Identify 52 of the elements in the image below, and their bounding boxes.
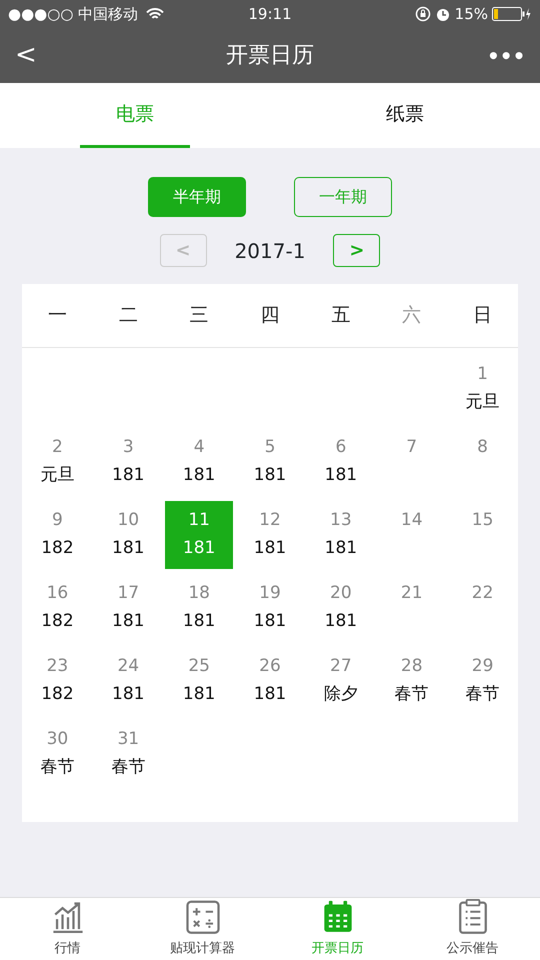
day-cell[interactable]: 18 181 xyxy=(165,574,234,642)
day-cell[interactable]: 16 182 xyxy=(23,574,92,642)
day-cell[interactable]: 9 182 xyxy=(23,501,92,569)
weekday-label: 四 xyxy=(260,303,280,328)
day-cell[interactable]: 29 春节 xyxy=(448,647,517,715)
rotation-lock-icon xyxy=(414,6,431,22)
carrier-text: ●●●○○ 中国移动 xyxy=(8,4,138,25)
weekday-label: 三 xyxy=(188,303,210,328)
day-cell[interactable]: 27 除夕 xyxy=(306,647,375,715)
day-cell[interactable]: 23 182 xyxy=(23,647,92,715)
tab-bar-item[interactable]: 贴现计算器 xyxy=(135,898,270,960)
day-cell[interactable]: 13 181 xyxy=(306,501,375,569)
weekday-label: 一 xyxy=(46,303,68,328)
day-cell[interactable]: 8 xyxy=(448,428,517,496)
weekday-label: 二 xyxy=(118,303,139,328)
day-cell[interactable]: 15 xyxy=(448,501,517,569)
weekday-label: 日 xyxy=(472,303,494,328)
day-cell[interactable]: 6 181 xyxy=(306,428,375,496)
tab[interactable]: 纸票 xyxy=(350,83,460,148)
day-cell[interactable]: 22 xyxy=(448,574,517,642)
month-label: 2017-1 xyxy=(234,238,306,264)
day-cell[interactable]: 20 181 xyxy=(306,574,375,642)
tab-bar-item[interactable]: 公示催告 xyxy=(405,898,540,960)
day-cell[interactable]: 12 181 xyxy=(236,501,304,569)
day-cell[interactable]: 30 春节 xyxy=(23,720,92,788)
day-cell[interactable]: 3 181 xyxy=(94,428,162,496)
alarm-icon xyxy=(434,6,451,22)
day-cell[interactable]: 17 181 xyxy=(94,574,162,642)
battery-text: 15% xyxy=(454,4,488,25)
day-cell[interactable]: 31 春节 xyxy=(94,720,162,788)
page-title: 开票日历 xyxy=(226,42,314,70)
wifi-icon xyxy=(146,8,164,20)
day-cell[interactable]: 24 181 xyxy=(94,647,162,715)
battery-icon xyxy=(492,7,532,21)
day-cell[interactable]: 26 181 xyxy=(236,647,304,715)
day-cell[interactable]: 7 xyxy=(378,428,446,496)
day-cell[interactable]: 1 元旦 xyxy=(448,355,517,423)
day-cell[interactable]: 21 xyxy=(378,574,446,642)
more-button[interactable]: ••• xyxy=(486,40,526,72)
day-cell[interactable]: 28 春节 xyxy=(378,647,446,715)
day-cell[interactable]: 2 元旦 xyxy=(23,428,92,496)
day-cell[interactable]: 14 xyxy=(378,501,446,569)
day-cell[interactable]: 10 181 xyxy=(94,501,162,569)
weekday-label: 六 xyxy=(401,303,422,328)
back-button[interactable]: < xyxy=(14,34,54,76)
tab-bar-item[interactable]: 行情 xyxy=(0,898,135,960)
clock-text: 19:11 xyxy=(247,4,293,25)
day-cell[interactable]: 19 181 xyxy=(236,574,304,642)
weekday-label: 五 xyxy=(330,303,352,328)
day-cell[interactable]: 4 181 xyxy=(165,428,234,496)
day-cell[interactable]: 25 181 xyxy=(165,647,234,715)
day-cell[interactable]: 5 181 xyxy=(236,428,304,496)
